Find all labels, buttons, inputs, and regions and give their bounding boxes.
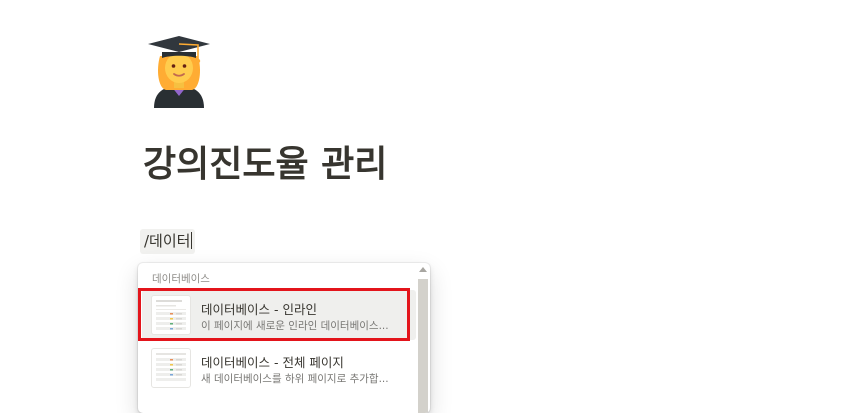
menu-section-label: 데이터베이스 (152, 273, 210, 285)
slash-command-text: /데이터 (144, 232, 191, 250)
woman-graduate-icon (148, 36, 210, 108)
menu-item-description: 이 페이지에 새로운 인라인 데이터베이스... (201, 320, 389, 332)
slash-command-input[interactable]: /데이터 (140, 229, 196, 254)
menu-item-description: 새 데이터베이스를 하위 페이지로 추가합... (201, 373, 389, 385)
page-title[interactable]: 강의진도율 관리 (143, 142, 387, 188)
database-inline-thumbnail-icon (151, 295, 191, 335)
slash-command-menu: 데이터베이스 데이터베이스 - 인라인 이 페이지에 새로운 인라인 데이터베이… (138, 263, 430, 413)
menu-scrollbar-thumb[interactable] (418, 279, 428, 413)
scroll-up-arrow-icon[interactable] (419, 267, 427, 272)
page-icon[interactable] (146, 34, 212, 108)
text-caret (191, 232, 193, 249)
database-full-page-thumbnail-icon (151, 348, 191, 388)
menu-item-title: 데이터베이스 - 인라인 (201, 302, 317, 317)
menu-item-database-full-page[interactable]: 데이터베이스 - 전체 페이지 새 데이터베이스를 하위 페이지로 추가합... (142, 343, 416, 393)
menu-item-title: 데이터베이스 - 전체 페이지 (201, 355, 344, 370)
menu-item-database-inline[interactable]: 데이터베이스 - 인라인 이 페이지에 새로운 인라인 데이터베이스... (142, 290, 416, 340)
